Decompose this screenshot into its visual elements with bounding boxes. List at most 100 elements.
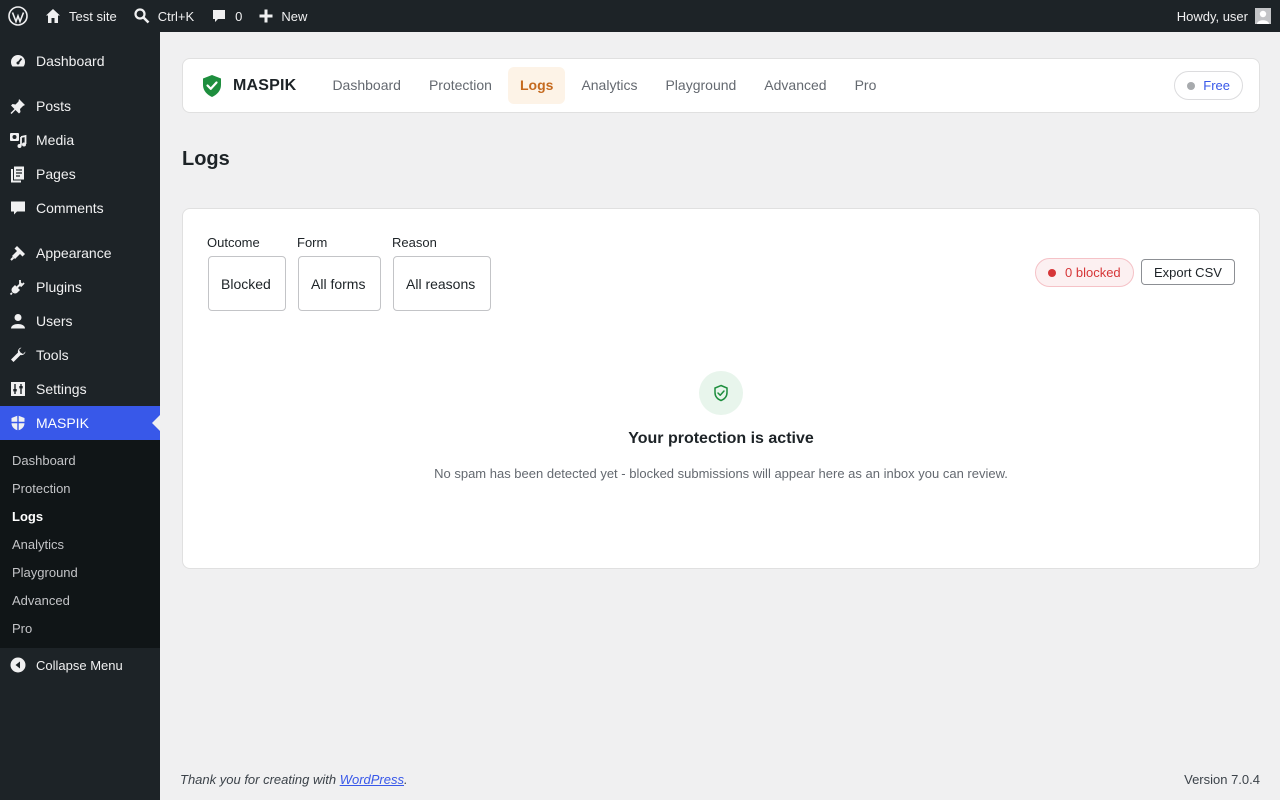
reason-filter-value: All reasons (406, 275, 476, 292)
sidebar-item-appearance[interactable]: Appearance (0, 236, 160, 270)
blocked-count: 0 blocked (1065, 265, 1121, 280)
search-button[interactable]: Ctrl+K (125, 0, 202, 32)
submenu-item-protection[interactable]: Protection (0, 475, 160, 503)
outcome-filter-select[interactable]: Blocked (208, 256, 286, 311)
sidebar-item-label: Appearance (36, 245, 112, 261)
page-title: Logs (182, 148, 230, 170)
tab-logs[interactable]: Logs (507, 67, 566, 104)
submenu-item-dashboard[interactable]: Dashboard (0, 447, 160, 475)
pin-icon (0, 97, 36, 115)
submenu-item-playground[interactable]: Playground (0, 559, 160, 587)
footer-thanks: Thank you for creating with WordPress. (180, 772, 408, 787)
avatar (1255, 8, 1271, 24)
site-name: Test site (69, 8, 117, 24)
sidebar-item-label: Media (36, 132, 75, 148)
sidebar-item-label: Posts (36, 98, 72, 114)
sidebar-item-dashboard[interactable]: Dashboard (0, 44, 160, 78)
tab-pro[interactable]: Pro (843, 67, 889, 104)
sidebar-item-plugins[interactable]: Plugins (0, 270, 160, 304)
sidebar-item-maspik[interactable]: MASPIK (0, 406, 160, 440)
blocked-status-dot (1048, 268, 1056, 277)
tab-protection[interactable]: Protection (417, 67, 504, 104)
footer-version: Version 7.0.4 (1184, 772, 1260, 787)
empty-state-icon (699, 371, 743, 415)
collapse-label: Collapse Menu (36, 657, 123, 673)
shield-check-icon (714, 384, 728, 402)
sidebar-item-posts[interactable]: Posts (0, 89, 160, 123)
plugin-header: MASPIK Dashboard Protection Logs Analyti… (182, 58, 1260, 113)
wordpress-icon (8, 6, 28, 26)
plan-status-dot (1187, 81, 1196, 90)
plug-icon (0, 278, 36, 296)
brand: MASPIK (201, 74, 296, 98)
sidebar-item-label: MASPIK (36, 415, 89, 431)
comments-count: 0 (235, 8, 243, 24)
shield-icon (0, 414, 36, 432)
new-label: New (281, 8, 308, 24)
sidebar-item-tools[interactable]: Tools (0, 338, 160, 372)
sidebar-item-label: Comments (36, 200, 104, 216)
sliders-icon (0, 380, 36, 398)
sidebar-item-label: Plugins (36, 279, 82, 295)
tab-playground[interactable]: Playground (653, 67, 748, 104)
site-name-link[interactable]: Test site (36, 0, 125, 32)
sidebar-item-media[interactable]: Media (0, 123, 160, 157)
reason-filter-select[interactable]: All reasons (393, 256, 491, 311)
collapse-icon (0, 657, 36, 673)
shield-check-icon (203, 74, 221, 97)
search-icon (134, 8, 150, 24)
tab-dashboard[interactable]: Dashboard (320, 67, 413, 104)
search-shortcut: Ctrl+K (157, 8, 195, 24)
tab-analytics[interactable]: Analytics (569, 67, 649, 104)
submenu-item-analytics[interactable]: Analytics (0, 531, 160, 559)
user-silhouette-icon (1257, 10, 1269, 24)
sidebar-item-label: Dashboard (36, 53, 105, 69)
wrench-icon (0, 346, 36, 364)
empty-state-title: Your protection is active (628, 430, 814, 447)
comments-link[interactable]: 0 (202, 0, 250, 32)
comment-icon (213, 10, 226, 22)
sidebar-item-settings[interactable]: Settings (0, 372, 160, 406)
home-icon (46, 9, 60, 23)
sidebar-item-label: Settings (36, 381, 87, 397)
submenu-item-logs[interactable]: Logs (0, 503, 160, 531)
tab-advanced[interactable]: Advanced (752, 67, 838, 104)
greeting: Howdy, user (1176, 8, 1248, 24)
plus-icon (259, 9, 273, 23)
admin-bar: Test site Ctrl+K 0 New Howdy, user (0, 0, 1280, 32)
plugin-nav: Dashboard Protection Logs Analytics Play… (318, 67, 890, 104)
reason-filter-label: Reason (392, 235, 437, 250)
media-icon (0, 131, 36, 149)
plan-badge[interactable]: Free (1174, 71, 1243, 100)
blocked-count-badge: 0 blocked (1035, 258, 1134, 287)
sidebar-item-pages[interactable]: Pages (0, 157, 160, 191)
plan-label: Free (1203, 78, 1230, 93)
outcome-filter-value: Blocked (221, 275, 271, 292)
form-filter-label: Form (297, 235, 328, 250)
sidebar-item-label: Tools (36, 347, 69, 363)
export-csv-button[interactable]: Export CSV (1141, 259, 1235, 285)
form-filter-select[interactable]: All forms (298, 256, 381, 311)
sidebar-item-comments[interactable]: Comments (0, 191, 160, 225)
wordpress-link[interactable]: WordPress (340, 772, 404, 787)
account-menu[interactable]: Howdy, user (1177, 8, 1280, 24)
footer-thanks-prefix: Thank you for creating with (180, 772, 340, 787)
submenu-item-advanced[interactable]: Advanced (0, 587, 160, 615)
admin-sidebar: Dashboard Posts Media Pages Comments App… (0, 32, 160, 800)
empty-state-description: No spam has been detected yet - blocked … (434, 466, 1008, 481)
sidebar-item-label: Users (36, 313, 73, 329)
maspik-submenu: Dashboard Protection Logs Analytics Play… (0, 440, 160, 648)
wordpress-logo-button[interactable] (0, 0, 36, 32)
collapse-menu-button[interactable]: Collapse Menu (0, 648, 160, 682)
sidebar-item-label: Pages (36, 166, 76, 182)
sidebar-item-users[interactable]: Users (0, 304, 160, 338)
dashboard-icon (0, 52, 36, 70)
footer-thanks-suffix: . (404, 772, 408, 787)
user-icon (0, 312, 36, 330)
logs-card: Outcome Blocked Form All forms Reason Al… (182, 208, 1260, 569)
submenu-item-pro[interactable]: Pro (0, 615, 160, 643)
pages-icon (0, 165, 36, 183)
new-content-button[interactable]: New (250, 0, 315, 32)
form-filter-value: All forms (311, 275, 366, 292)
brand-name: MASPIK (233, 76, 297, 94)
